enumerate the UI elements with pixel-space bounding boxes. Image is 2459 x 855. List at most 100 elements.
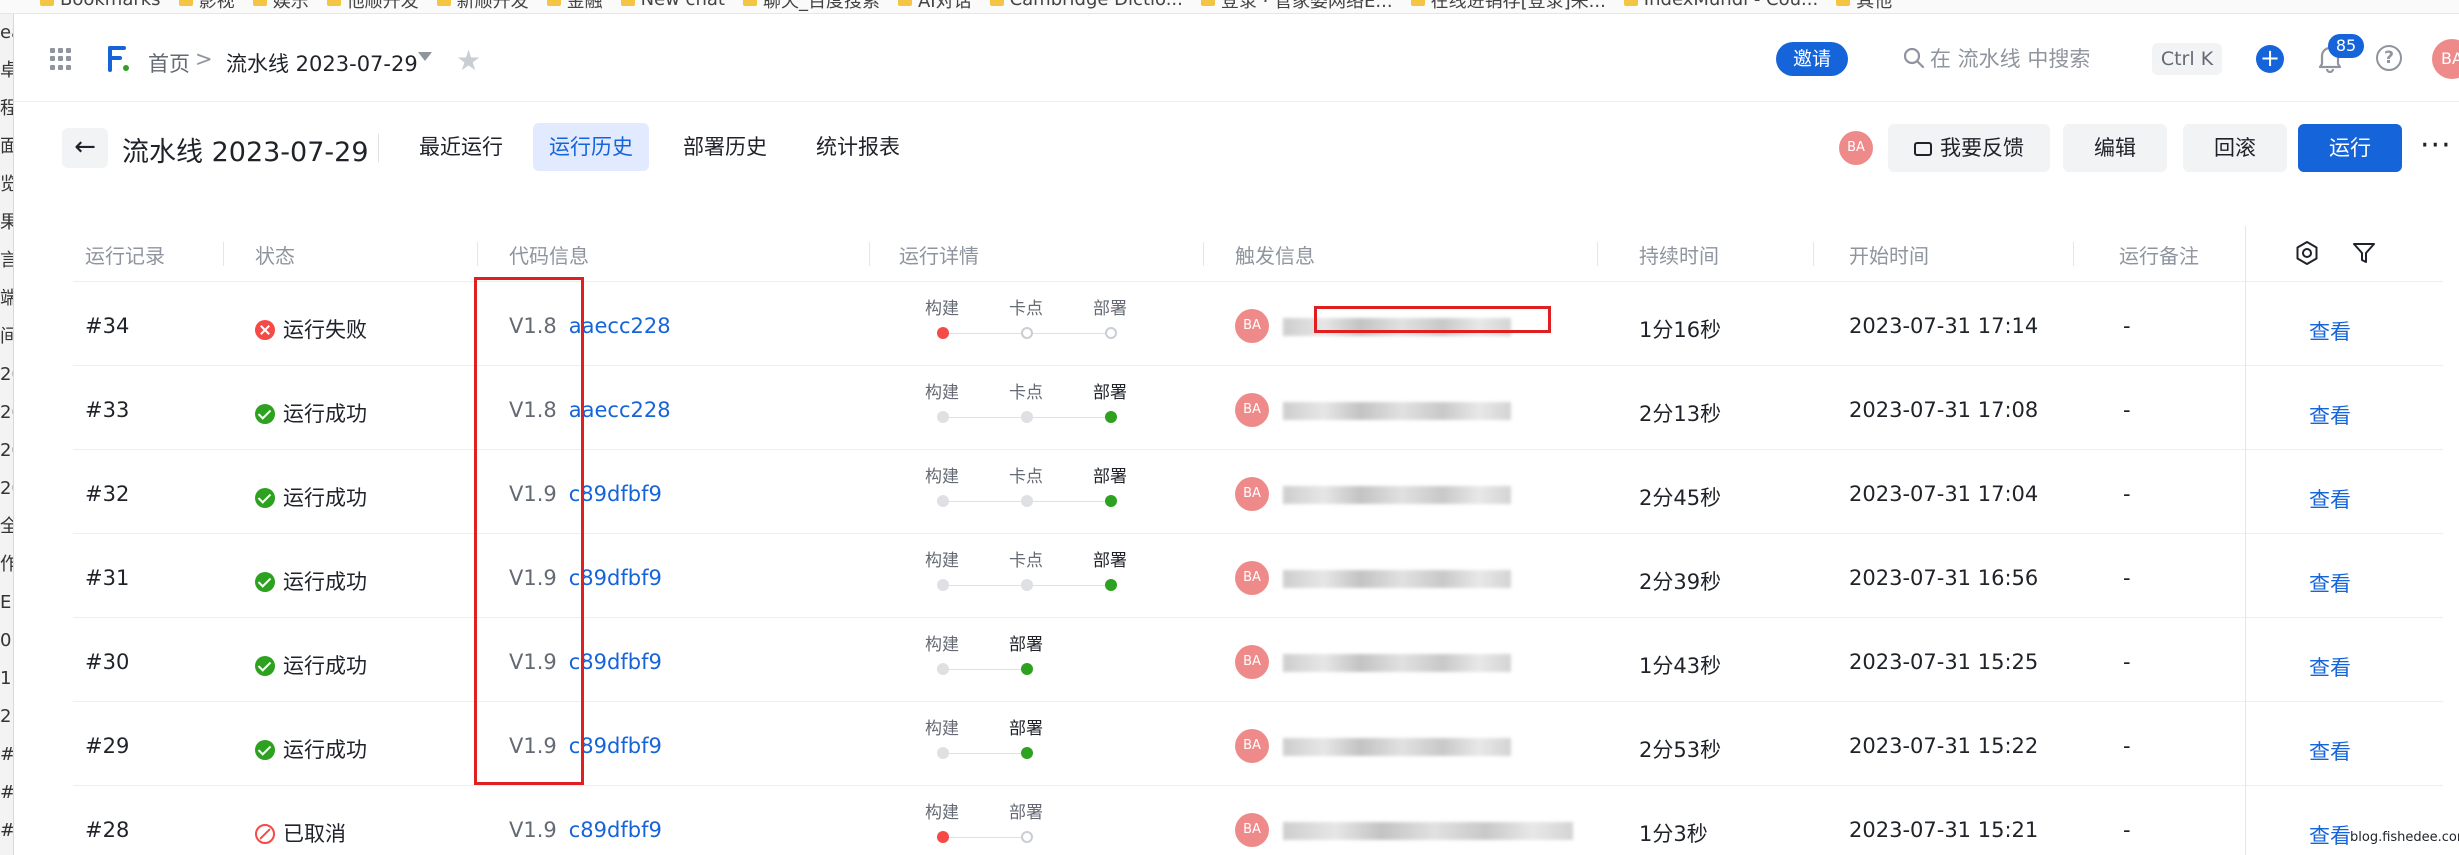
run-note: - <box>2123 398 2131 422</box>
stage-status-dot[interactable] <box>1105 579 1117 591</box>
run-id[interactable]: #34 <box>85 314 129 338</box>
view-run-link[interactable]: 查看 <box>2309 316 2351 346</box>
stage-status-dot[interactable] <box>937 327 949 339</box>
view-run-link[interactable]: 查看 <box>2309 484 2351 514</box>
stage-status-dot[interactable] <box>937 747 949 759</box>
background-text: 全 <box>0 508 13 546</box>
status-cell: 已取消 <box>255 818 346 848</box>
status-label: 运行成功 <box>283 402 367 426</box>
stage-status-dot[interactable] <box>937 411 949 423</box>
trigger-avatar[interactable]: BA <box>1235 645 1269 679</box>
star-icon[interactable]: ★ <box>456 44 481 77</box>
more-options-icon[interactable]: ··· <box>2420 128 2452 163</box>
bookmark-item[interactable]: 聊天_百度搜索 <box>742 0 880 13</box>
annotation-box-code-info <box>474 277 584 785</box>
stage-status-dot[interactable] <box>937 495 949 507</box>
app-grid-icon[interactable] <box>50 48 72 70</box>
run-id[interactable]: #28 <box>85 818 129 842</box>
user-avatar[interactable]: BA <box>2432 39 2459 79</box>
bookmark-item[interactable]: 娱乐 <box>252 0 309 13</box>
member-avatar[interactable]: BA <box>1839 131 1873 165</box>
commit-link[interactable]: aaecc228 <box>569 314 671 338</box>
stage-status-dot[interactable] <box>1021 411 1033 423</box>
tab-deploy-history[interactable]: 部署历史 <box>667 123 783 171</box>
tab-statistics[interactable]: 统计报表 <box>800 123 916 171</box>
column-divider <box>1203 242 1204 266</box>
create-button[interactable]: + <box>2256 45 2284 73</box>
settings-icon[interactable] <box>2294 240 2320 266</box>
edit-button[interactable]: 编辑 <box>2063 124 2167 172</box>
run-id[interactable]: #30 <box>85 650 129 674</box>
breadcrumb-current[interactable]: 流水线 2023-07-29 <box>226 48 418 78</box>
bookmark-item[interactable]: AI对话 <box>897 0 972 13</box>
bookmark-item[interactable]: 在线进销存[登录]来... <box>1410 0 1606 13</box>
view-run-link[interactable]: 查看 <box>2309 652 2351 682</box>
stage-status-dot[interactable] <box>937 663 949 675</box>
trigger-avatar[interactable]: BA <box>1235 309 1269 343</box>
bookmark-item[interactable]: New chat <box>620 0 725 10</box>
trigger-avatar[interactable]: BA <box>1235 561 1269 595</box>
background-text: 20 <box>0 440 13 461</box>
bookmark-item[interactable]: 影视 <box>178 0 235 13</box>
trigger-avatar[interactable]: BA <box>1235 393 1269 427</box>
bookmark-label: 娱乐 <box>272 0 309 12</box>
stage-status-dot[interactable] <box>1021 663 1033 675</box>
background-text: 0 <box>0 630 12 651</box>
stage-status-dot[interactable] <box>1021 495 1033 507</box>
stage-connector <box>943 669 1027 670</box>
background-text: 20 <box>0 478 13 499</box>
stage-status-dot[interactable] <box>1021 831 1033 843</box>
column-header: 持续时间 <box>1639 244 1719 268</box>
stage-status-dot[interactable] <box>1105 327 1117 339</box>
stage-status-dot[interactable] <box>1105 411 1117 423</box>
stage-status-dot[interactable] <box>937 831 949 843</box>
redacted-trigger-info <box>1283 738 1511 756</box>
invite-button[interactable]: 邀请 <box>1776 42 1848 76</box>
help-icon[interactable]: ? <box>2376 45 2402 71</box>
commit-link[interactable]: c89dfbf9 <box>569 818 662 842</box>
stage-label: 部署 <box>1009 635 1043 655</box>
bookmark-item[interactable]: 其他 <box>1836 0 1892 13</box>
view-run-link[interactable]: 查看 <box>2309 820 2351 850</box>
app-logo-icon[interactable] <box>106 44 130 74</box>
breadcrumb-separator: > <box>195 47 213 71</box>
tab-run-history[interactable]: 运行历史 <box>533 123 649 171</box>
stage-status-dot[interactable] <box>1021 327 1033 339</box>
stage-label: 卡点 <box>1009 299 1043 319</box>
bookmark-item[interactable]: Bookmarks <box>40 0 161 10</box>
view-run-link[interactable]: 查看 <box>2309 568 2351 598</box>
bookmark-item[interactable]: 新顺开发 <box>436 0 529 13</box>
run-id[interactable]: #31 <box>85 566 129 590</box>
trigger-avatar[interactable]: BA <box>1235 729 1269 763</box>
search-input[interactable] <box>1930 42 2130 76</box>
background-text: ## <box>0 744 14 765</box>
run-id[interactable]: #33 <box>85 398 129 422</box>
start-time: 2023-07-31 15:22 <box>1849 734 2039 758</box>
rollback-button[interactable]: 回滚 <box>2183 124 2287 172</box>
bookmark-item[interactable]: 登录 · 管家婆网络E... <box>1200 0 1393 13</box>
view-run-link[interactable]: 查看 <box>2309 736 2351 766</box>
run-id[interactable]: #29 <box>85 734 129 758</box>
trigger-avatar[interactable]: BA <box>1235 813 1269 847</box>
commit-link[interactable]: aaecc228 <box>569 398 671 422</box>
start-time: 2023-07-31 17:04 <box>1849 482 2039 506</box>
run-id[interactable]: #32 <box>85 482 129 506</box>
stage-status-dot[interactable] <box>937 579 949 591</box>
background-text: 2 <box>0 706 12 727</box>
tab-recent-runs[interactable]: 最近运行 <box>403 123 519 171</box>
stage-status-dot[interactable] <box>1021 747 1033 759</box>
back-button[interactable]: ← <box>62 128 108 168</box>
run-button[interactable]: 运行 <box>2298 124 2402 172</box>
bookmark-item[interactable]: IndexMundi - Cou... <box>1623 0 1818 10</box>
caret-down-icon[interactable] <box>418 52 432 61</box>
bookmark-item[interactable]: 他顺开发 <box>326 0 419 13</box>
feedback-button[interactable]: 我要反馈 <box>1888 124 2050 172</box>
view-run-link[interactable]: 查看 <box>2309 400 2351 430</box>
stage-status-dot[interactable] <box>1105 495 1117 507</box>
breadcrumb-home[interactable]: 首页 <box>148 48 190 78</box>
trigger-avatar[interactable]: BA <box>1235 477 1269 511</box>
bookmark-item[interactable]: 金融 <box>546 0 603 13</box>
stage-status-dot[interactable] <box>1021 579 1033 591</box>
bookmark-item[interactable]: Cambridge Dictio... <box>989 0 1183 10</box>
filter-icon[interactable] <box>2352 241 2376 265</box>
